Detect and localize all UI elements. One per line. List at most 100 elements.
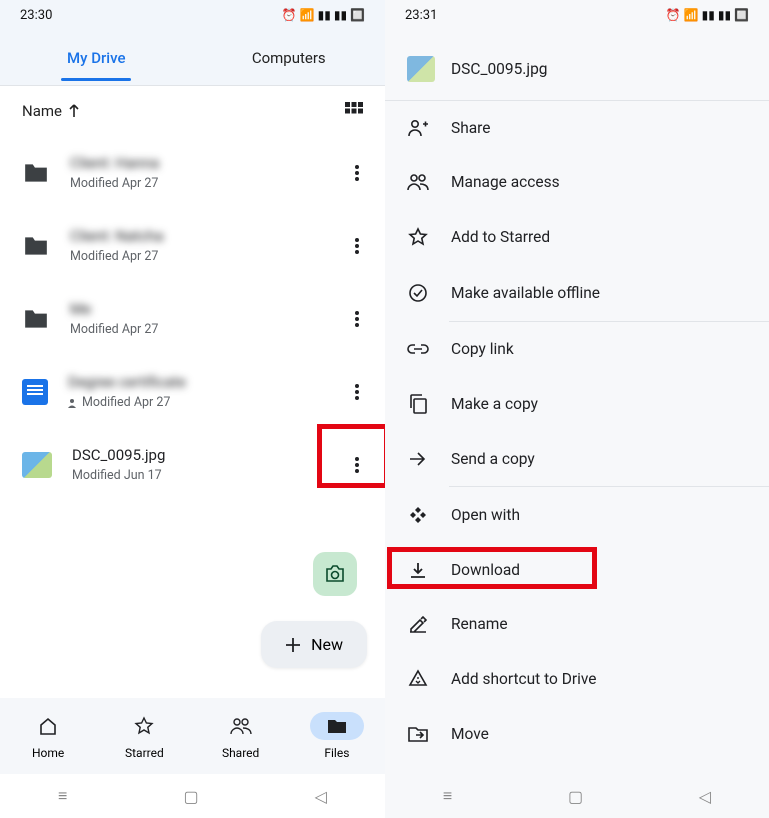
people-icon <box>230 717 252 735</box>
action-label: Add to Starred <box>451 228 550 246</box>
more-button[interactable] <box>339 301 375 337</box>
nav-label: Shared <box>222 746 259 760</box>
sort-row: Name <box>0 86 385 136</box>
status-icons: ⏰ 📶 ▮▮ ▮▮ 🔲 <box>282 8 365 22</box>
people-icon <box>407 173 429 191</box>
home-icon[interactable]: ▢ <box>183 787 198 806</box>
action-copy-link[interactable]: Copy link <box>385 322 769 376</box>
file-name: Client: Natcha <box>70 227 319 245</box>
file-row[interactable]: Me Modified Apr 27 <box>0 282 385 355</box>
file-meta: Modified Apr 27 <box>68 395 319 410</box>
action-make-available-offline[interactable]: Make available offline <box>385 265 769 321</box>
file-row[interactable]: Client: Hanna Modified Apr 27 <box>0 136 385 209</box>
action-label: Add shortcut to Drive <box>451 670 597 688</box>
drive-list-screen: 23:30 ⏰ 📶 ▮▮ ▮▮ 🔲 My Drive Computers Nam… <box>0 0 385 818</box>
clock: 23:30 <box>20 8 52 23</box>
sheet-title: DSC_0095.jpg <box>451 60 548 78</box>
open-with-icon <box>407 505 429 525</box>
action-label: Make available offline <box>451 284 600 302</box>
clock: 23:31 <box>405 8 437 23</box>
action-move[interactable]: Move <box>385 707 769 761</box>
home-icon <box>38 716 58 736</box>
actions-list: Share Manage access Add to Starred Make ava… <box>385 101 769 761</box>
action-send-a-copy[interactable]: Send a copy <box>385 432 769 486</box>
action-share[interactable]: Share <box>385 101 769 155</box>
nav-label: Files <box>324 746 349 760</box>
copy-icon <box>407 394 429 414</box>
action-label: Send a copy <box>451 450 535 468</box>
shared-icon <box>68 398 78 408</box>
folder-icon <box>22 234 50 258</box>
back-icon[interactable]: ◁ <box>315 787 327 806</box>
file-name: DSC_0095.jpg <box>72 446 319 464</box>
folder-icon <box>22 161 50 185</box>
tab-label: Computers <box>252 49 326 67</box>
file-meta: Modified Apr 27 <box>70 322 319 337</box>
rename-icon <box>407 615 429 633</box>
file-row[interactable]: DSC_0095.jpg Modified Jun 17 <box>0 428 385 501</box>
nav-files[interactable]: Files <box>310 712 364 760</box>
tab-computers[interactable]: Computers <box>193 49 386 67</box>
nav-shared[interactable]: Shared <box>214 712 268 760</box>
action-label: Move <box>451 725 489 743</box>
action-add-to-starred[interactable]: Add to Starred <box>385 209 769 265</box>
file-meta: Modified Apr 27 <box>70 176 319 191</box>
bottom-nav: Home Starred Shared Files <box>0 698 385 774</box>
file-name: Client: Hanna <box>70 154 319 172</box>
file-meta: Modified Apr 27 <box>70 249 319 264</box>
home-icon[interactable]: ▢ <box>568 787 583 806</box>
back-icon[interactable]: ◁ <box>699 787 711 806</box>
recent-apps-icon[interactable]: ≡ <box>443 786 452 806</box>
link-icon <box>407 343 429 355</box>
nav-label: Home <box>32 746 64 760</box>
status-bar: 23:30 ⏰ 📶 ▮▮ ▮▮ 🔲 <box>0 0 385 30</box>
more-button[interactable] <box>339 447 375 483</box>
folder-icon <box>327 718 347 734</box>
action-label: Share <box>451 119 491 137</box>
arrow-up-icon <box>68 104 80 118</box>
star-icon <box>134 716 154 736</box>
image-thumbnail-icon <box>407 56 435 82</box>
plus-icon <box>285 637 301 653</box>
shortcut-icon <box>407 669 429 689</box>
sort-button[interactable]: Name <box>22 102 80 120</box>
move-icon <box>407 725 429 743</box>
action-label: Download <box>451 561 520 579</box>
action-make-a-copy[interactable]: Make a copy <box>385 376 769 432</box>
action-label: Rename <box>451 615 508 633</box>
nav-starred[interactable]: Starred <box>117 712 171 760</box>
action-label: Manage access <box>451 173 560 191</box>
file-actions-sheet: 23:31 ⏰ 📶 ▮▮ ▮▮ 🔲 DSC_0095.jpg Share Mana… <box>385 0 769 818</box>
system-nav: ≡ ▢ ◁ <box>0 774 385 818</box>
action-download[interactable]: Download <box>385 543 769 597</box>
tab-label: My Drive <box>67 49 126 67</box>
nav-home[interactable]: Home <box>21 712 75 760</box>
more-button[interactable] <box>339 228 375 264</box>
status-bar: 23:31 ⏰ 📶 ▮▮ ▮▮ 🔲 <box>385 0 769 30</box>
image-thumbnail-icon <box>22 452 52 478</box>
person-add-icon <box>407 119 429 137</box>
file-row[interactable]: Client: Natcha Modified Apr 27 <box>0 209 385 282</box>
doc-icon <box>22 379 48 405</box>
file-name: Me <box>70 300 319 318</box>
action-open-with[interactable]: Open with <box>385 487 769 543</box>
camera-icon <box>324 564 346 584</box>
new-button[interactable]: New <box>261 621 367 668</box>
action-manage-access[interactable]: Manage access <box>385 155 769 209</box>
offline-icon <box>407 283 429 303</box>
recent-apps-icon[interactable]: ≡ <box>58 786 67 806</box>
grid-view-icon[interactable] <box>345 102 363 120</box>
action-label: Make a copy <box>451 395 538 413</box>
more-button[interactable] <box>339 374 375 410</box>
action-rename[interactable]: Rename <box>385 597 769 651</box>
sort-label: Name <box>22 102 62 120</box>
system-nav: ≡ ▢ ◁ <box>385 774 769 818</box>
more-button[interactable] <box>339 155 375 191</box>
tab-my-drive[interactable]: My Drive <box>0 49 193 67</box>
action-add-shortcut-to-drive[interactable]: Add shortcut to Drive <box>385 651 769 707</box>
new-button-label: New <box>311 635 343 654</box>
file-row[interactable]: Degree certificate Modified Apr 27 <box>0 355 385 428</box>
download-icon <box>407 561 429 579</box>
folder-icon <box>22 307 50 331</box>
scan-fab[interactable] <box>313 552 357 596</box>
